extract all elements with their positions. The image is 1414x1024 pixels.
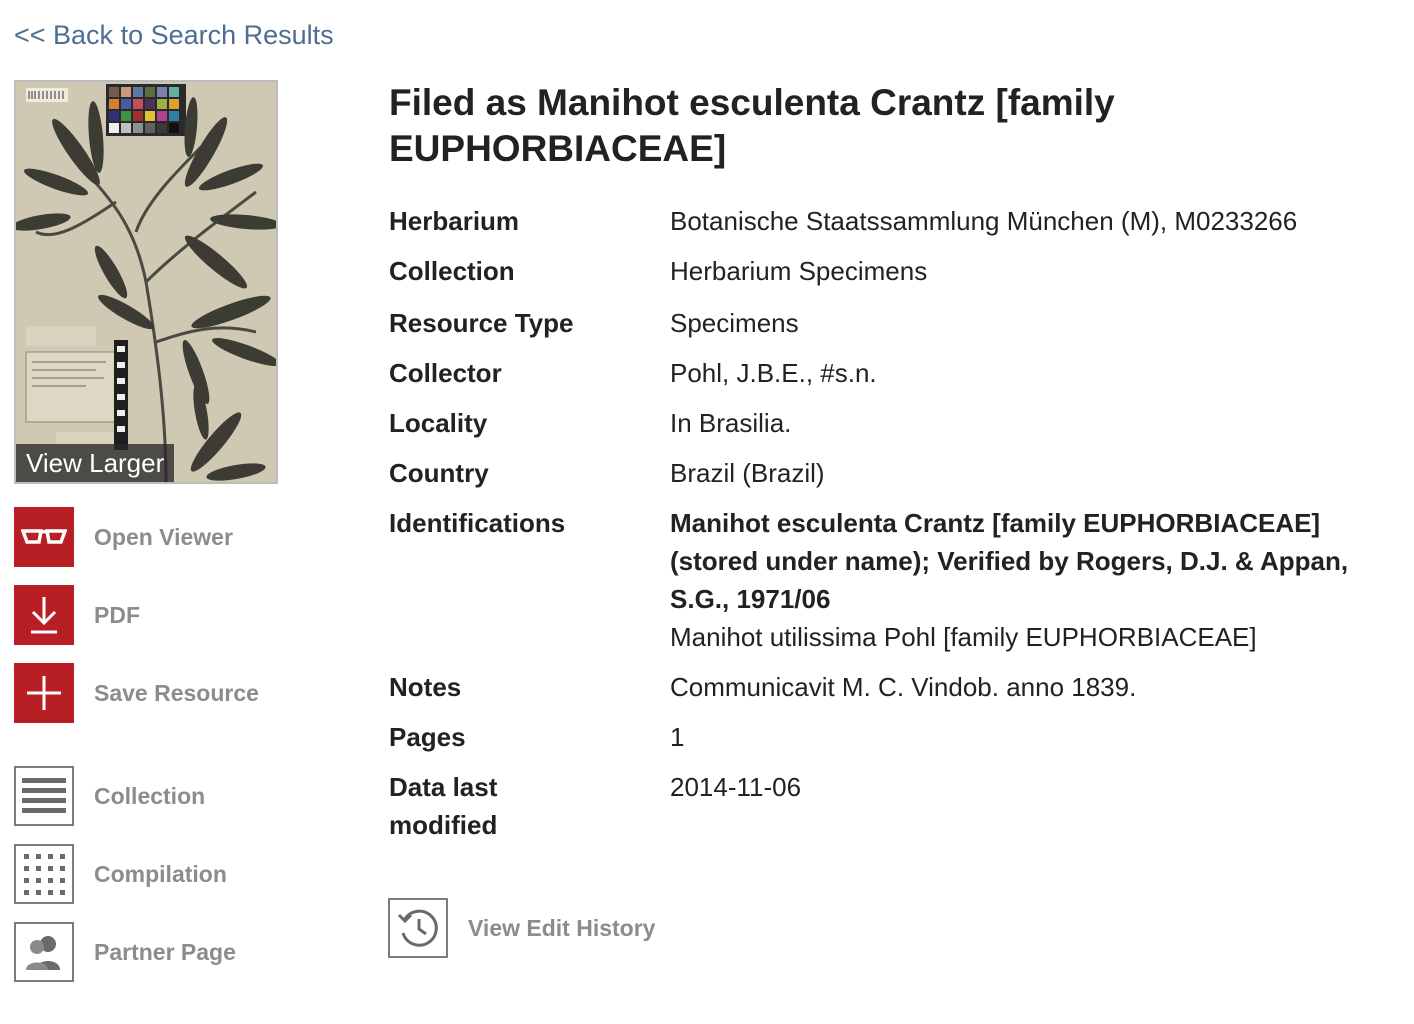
partner-page-label: Partner Page xyxy=(94,938,236,965)
back-to-search-link[interactable]: << Back to Search Results xyxy=(14,20,334,51)
field-value: Herbarium Specimens xyxy=(670,256,928,286)
identification-primary: Manihot esculenta Crantz [family EUPHORB… xyxy=(670,508,1349,614)
people-icon xyxy=(14,922,74,982)
field-label: Collector xyxy=(389,358,502,388)
field-value: Pohl, J.B.E., #s.n. xyxy=(670,358,877,388)
partner-page-button[interactable]: Partner Page xyxy=(14,922,344,982)
plus-icon xyxy=(14,663,74,723)
field-value: 1 xyxy=(670,722,685,752)
compilation-button[interactable]: Compilation xyxy=(14,844,344,904)
field-label: Identifications xyxy=(389,508,566,538)
grid-icon xyxy=(14,844,74,904)
field-value: In Brasilia. xyxy=(670,408,792,438)
collection-button[interactable]: Collection xyxy=(14,766,344,826)
save-resource-label: Save Resource xyxy=(94,679,259,706)
field-label: Resource Type xyxy=(389,308,574,338)
field-value: Manihot esculenta Crantz [family EUPHORB… xyxy=(670,504,1410,656)
list-icon xyxy=(14,766,74,826)
field-label: Pages xyxy=(389,722,466,752)
field-label: Herbarium xyxy=(389,206,520,236)
page-title: Filed as Manihot esculenta Crantz [famil… xyxy=(389,82,1115,169)
collection-label: Collection xyxy=(94,782,206,809)
open-viewer-button[interactable]: Open Viewer xyxy=(14,507,344,567)
compilation-label: Compilation xyxy=(94,860,227,887)
open-viewer-label: Open Viewer xyxy=(94,523,233,550)
save-resource-button[interactable]: Save Resource xyxy=(14,663,344,723)
view-larger-button[interactable]: View Larger xyxy=(16,444,175,482)
field-value: 2014-11-06 xyxy=(670,772,802,802)
field-label: Locality xyxy=(389,408,488,438)
pdf-button[interactable]: PDF xyxy=(14,585,344,645)
field-label: Notes xyxy=(389,672,462,702)
specimen-illustration xyxy=(16,82,276,482)
field-value: Specimens xyxy=(670,308,799,338)
identification-secondary: Manihot utilissima Pohl [family EUPHORBI… xyxy=(670,622,1257,652)
view-edit-history-button[interactable]: View Edit History xyxy=(388,898,655,958)
field-value: Brazil (Brazil) xyxy=(670,458,825,488)
field-value: Botanische Staatssammlung München (M), M… xyxy=(670,206,1298,236)
pdf-label: PDF xyxy=(94,601,140,628)
field-value: Communicavit M. C. Vindob. anno 1839. xyxy=(670,672,1137,702)
field-label: Data last modified xyxy=(389,772,498,840)
glasses-icon xyxy=(14,507,74,567)
download-icon xyxy=(14,585,74,645)
field-label: Country xyxy=(389,458,489,488)
history-icon xyxy=(388,898,448,958)
field-label: Collection xyxy=(389,256,515,286)
view-edit-history-label: View Edit History xyxy=(468,914,656,941)
specimen-image[interactable]: View Larger xyxy=(14,80,278,484)
